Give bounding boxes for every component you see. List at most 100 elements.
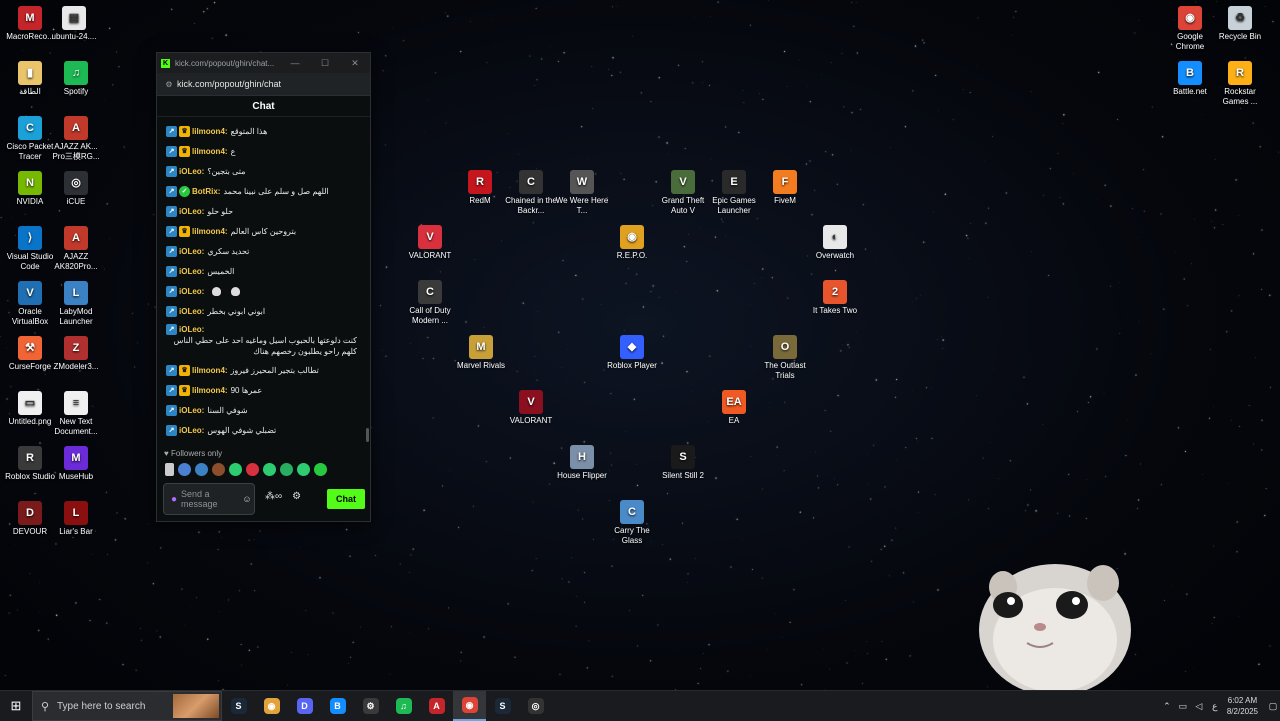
chat-username[interactable]: lilmoon4:	[192, 385, 228, 396]
taskbar-app-steam[interactable]: S	[222, 691, 255, 721]
chat-message[interactable]: ↗ iOLeo: حلو حلو	[157, 201, 363, 221]
taskbar-app-adobe[interactable]: A	[420, 691, 453, 721]
chat-message[interactable]: ↗ iOLeo: كنت دلوعتها بالحبوب اسيل وماغيه ا…	[157, 321, 363, 360]
address-bar[interactable]: ⚙ kick.com/popout/ghin/chat	[157, 73, 370, 96]
chat-settings-icon[interactable]: ⚙	[292, 491, 301, 502]
emote-icon[interactable]	[229, 463, 242, 476]
minimize-icon[interactable]: —	[280, 58, 310, 68]
desktop-icon-ajazz-ak-pro-rg[interactable]: A AJAZZ AK... Pro三模RG...	[48, 116, 104, 162]
taskbar-app-steam-2[interactable]: S	[486, 691, 519, 721]
chat-scrollbar[interactable]	[366, 428, 369, 442]
send-chat-button[interactable]: Chat	[327, 489, 365, 509]
notification-icon[interactable]: ▢	[1266, 701, 1280, 712]
chat-message[interactable]: ↗ iOLeo: تضبلي شوفي الهوس	[157, 420, 363, 440]
desktop-icon-the-outlast-trials[interactable]: O The Outlast Trials	[757, 335, 813, 381]
chat-message[interactable]: ↗ iOLeo: تحديد سكري	[157, 241, 363, 261]
chat-username[interactable]: iOLeo:	[179, 306, 204, 317]
mute-icon[interactable]	[165, 463, 174, 476]
desktop-icon-ajazz-ak820pro[interactable]: A AJAZZ AK820Pro...	[48, 226, 104, 272]
desktop-icon-grand-theft-auto-v[interactable]: V Grand Theft Auto V	[655, 170, 711, 216]
desktop-icon-icue[interactable]: ◎ iCUE	[48, 171, 104, 207]
emote-icon[interactable]	[212, 463, 225, 476]
desktop-icon-r-e-p-o[interactable]: ◉ R.E.P.O.	[604, 225, 660, 261]
desktop-icon-carry-the-glass[interactable]: C Carry The Glass	[604, 500, 660, 546]
taskbar-clock[interactable]: 6:02 AM 8/2/2025	[1223, 695, 1266, 717]
desktop-icon-roblox-player[interactable]: ◆ Roblox Player	[604, 335, 660, 371]
desktop-icon-epic-games-launcher[interactable]: E Epic Games Launcher	[706, 170, 762, 216]
chat-message[interactable]: ↗ ♛ lilmoon4: تطالب بتجير المحيرز فيروز	[157, 360, 363, 380]
window-titlebar[interactable]: K kick.com/popout/ghin/chat... — ☐ ✕	[157, 53, 370, 73]
taskbar-app-discord[interactable]: D	[288, 691, 321, 721]
taskbar-app-spotify[interactable]: ♫	[387, 691, 420, 721]
emoji-icon[interactable]: ☺	[240, 494, 254, 504]
desktop-icon-it-takes-two[interactable]: 2 It Takes Two	[807, 280, 863, 316]
chat-username[interactable]: iOLeo:	[179, 324, 204, 335]
chat-username[interactable]: iOLeo:	[179, 166, 204, 177]
desktop-icon-call-of-duty-modern[interactable]: C Call of Duty Modern ...	[402, 280, 458, 326]
chat-username[interactable]: iOLeo:	[179, 246, 204, 257]
chat-username[interactable]: iOLeo:	[179, 206, 204, 217]
chat-message[interactable]: ↗ ✓ BotRix: اللهم صل و سلم على نبينا محمد	[157, 181, 363, 201]
chat-message[interactable]: ↗ iOLeo: الخميس	[157, 261, 363, 281]
users-infinity-icon[interactable]: ⁂∞	[265, 491, 282, 502]
desktop-icon-marvel-rivals[interactable]: M Marvel Rivals	[453, 335, 509, 371]
microphone-icon[interactable]: ●	[167, 494, 181, 505]
desktop-icon-recycle-bin[interactable]: ♻ Recycle Bin	[1212, 6, 1268, 42]
chat-message[interactable]: ↗ iOLeo: متى بتجين؟	[157, 161, 363, 181]
chat-message[interactable]: ↗ iOLeo: ابوني ابوني بخطر	[157, 301, 363, 321]
desktop-icon-ubuntu-24[interactable]: ▤ ubuntu-24....	[46, 6, 102, 42]
chevron-up-icon[interactable]: ⌃	[1159, 701, 1175, 712]
emote-icon[interactable]	[280, 463, 293, 476]
taskbar-app-battle-net[interactable]: B	[321, 691, 354, 721]
maximize-icon[interactable]: ☐	[310, 58, 340, 69]
chat-message[interactable]: ↗ iOLeo: شوفي السنا	[157, 400, 363, 420]
chat-message[interactable]: ↗ ♛ lilmoon4: هذا المتوقع	[157, 121, 363, 141]
desktop-icon-house-flipper[interactable]: H House Flipper	[554, 445, 610, 481]
desktop-icon-redm[interactable]: R RedM	[452, 170, 508, 206]
chat-message-input[interactable]: ● Send a message ☺	[163, 483, 255, 515]
chat-username[interactable]: lilmoon4:	[192, 365, 228, 376]
desktop-icon-spotify[interactable]: ♫ Spotify	[48, 61, 104, 97]
close-icon[interactable]: ✕	[340, 58, 370, 69]
desktop-icon-valorant[interactable]: V VALORANT	[503, 390, 559, 426]
desktop-icon-rockstar-games[interactable]: R Rockstar Games ...	[1212, 61, 1268, 107]
desktop-icon-musehub[interactable]: M MuseHub	[48, 446, 104, 482]
chat-message[interactable]: ↗ ♛ lilmoon4: بتروحين كاس العالم	[157, 221, 363, 241]
desktop-icon-chained-in-the-backr[interactable]: C Chained in the Backr...	[503, 170, 559, 216]
desktop-icon-we-were-here-t[interactable]: W We Were Here T...	[554, 170, 610, 216]
desktop-icon-valorant[interactable]: V VALORANT	[402, 225, 458, 261]
taskbar-app-chrome[interactable]: ◉	[453, 691, 486, 721]
chat-username[interactable]: iOLeo:	[179, 405, 204, 416]
desktop-icon-silent-still-2[interactable]: S Silent Still 2	[655, 445, 711, 481]
emote-icon[interactable]	[297, 463, 310, 476]
chat-username[interactable]: lilmoon4:	[192, 146, 228, 157]
chat-username[interactable]: lilmoon4:	[192, 126, 228, 137]
chat-message[interactable]: ↗ ♛ lilmoon4: ع	[157, 141, 363, 161]
input-language[interactable]: ع	[1207, 701, 1223, 712]
desktop-icon-overwatch[interactable]: ◐ Overwatch	[807, 225, 863, 261]
desktop-icon-fivem[interactable]: F FiveM	[757, 170, 813, 206]
start-button[interactable]: ⊞	[0, 691, 32, 721]
taskbar-search-box[interactable]: ⚲ Type here to search	[32, 691, 222, 721]
desktop-icon-zmodeler3[interactable]: Z ZModeler3...	[48, 336, 104, 372]
chat-message-list[interactable]: ↗ ♛ lilmoon4: هذا المتوقع ↗ ♛ lilmoon4: ع ↗ iOLeo…	[157, 121, 363, 441]
chat-username[interactable]: BotRix:	[192, 186, 220, 197]
emote-icon[interactable]	[263, 463, 276, 476]
chat-username[interactable]: iOLeo:	[179, 266, 204, 277]
emote-icon[interactable]	[246, 463, 259, 476]
desktop-icon-battle-net[interactable]: B Battle.net	[1162, 61, 1218, 97]
chat-username[interactable]: iOLeo:	[179, 286, 204, 297]
chat-username[interactable]: iOLeo:	[179, 425, 204, 436]
desktop-icon-google-chrome[interactable]: ◉ Google Chrome	[1162, 6, 1218, 52]
desktop-icon-liar-s-bar[interactable]: L Liar's Bar	[48, 501, 104, 537]
chat-username[interactable]: lilmoon4:	[192, 226, 228, 237]
site-settings-icon[interactable]: ⚙	[161, 80, 177, 89]
taskbar-app-settings[interactable]: ⚙	[354, 691, 387, 721]
emote-icon[interactable]	[195, 463, 208, 476]
taskbar-app-discord-mini[interactable]: ◉	[255, 691, 288, 721]
emote-icon[interactable]	[178, 463, 191, 476]
emote-icon[interactable]	[314, 463, 327, 476]
taskbar-app-obs[interactable]: ◎	[519, 691, 552, 721]
desktop-icon-new-text-document[interactable]: ≡ New Text Document...	[48, 391, 104, 437]
volume-icon[interactable]: ◁	[1191, 701, 1207, 712]
